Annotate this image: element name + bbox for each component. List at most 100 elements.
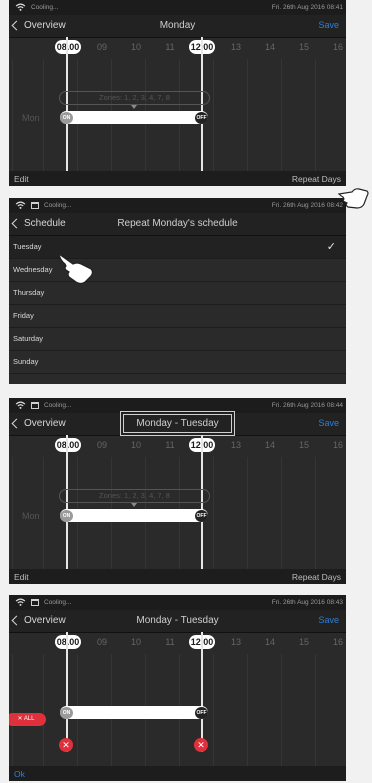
tick: 11	[165, 440, 175, 450]
wifi-icon	[15, 201, 26, 209]
tick: 15	[298, 42, 309, 52]
tick: 14	[264, 440, 275, 450]
delete-all-button[interactable]: ✕ ALL	[9, 713, 46, 726]
tick: 15	[298, 637, 309, 647]
schedule-bar[interactable]	[60, 111, 208, 124]
tick: 09	[96, 440, 107, 450]
schedule-bar[interactable]	[60, 509, 208, 522]
schedule-bar[interactable]	[60, 706, 208, 719]
hour-timeline: 08.00 09 10 11 12.00 13 14 15 16	[9, 37, 346, 59]
tick: 10	[130, 637, 141, 647]
nav-bar: Overview Monday - Tuesday Save	[9, 411, 346, 436]
status-datetime: Fri. 26th Aug 2016 08:42	[271, 202, 343, 209]
status-bar: Cooling... Fri. 26th Aug 2016 08:44	[9, 398, 346, 413]
wifi-icon	[15, 401, 26, 409]
hour-timeline: 08.00 09 10 11 12.00 13 14 15 16	[9, 632, 346, 654]
tick: 16	[332, 42, 343, 52]
wifi-icon	[15, 3, 26, 11]
hour-timeline: 08.00 09 10 11 12.00 13 14 15 16	[9, 435, 346, 457]
calendar-icon	[31, 401, 39, 409]
save-button[interactable]: Save	[318, 615, 339, 625]
zones-pointer-icon	[131, 503, 137, 507]
off-handle[interactable]: OFF	[195, 707, 208, 719]
status-mode: Cooling...	[44, 598, 72, 606]
tick: 09	[96, 42, 107, 52]
screen-monday: Cooling... Fri. 26th Aug 2016 08:41 Over…	[9, 0, 346, 186]
on-handle[interactable]: ON	[60, 510, 73, 522]
tick-start[interactable]: 08.00	[55, 635, 81, 649]
tick: 13	[230, 440, 241, 450]
screen-repeat-schedule: Cooling... Fri. 26th Aug 2016 08:42 Sche…	[9, 198, 346, 384]
wifi-icon	[15, 598, 26, 606]
day-label: Mon	[22, 511, 40, 521]
bottom-bar: Edit Repeat Days	[9, 171, 346, 186]
off-handle[interactable]: OFF	[195, 112, 208, 124]
screen-delete-mode: Cooling... Fri. 26th Aug 2016 08:43 Over…	[9, 595, 346, 781]
list-item-friday[interactable]: Friday	[9, 305, 346, 328]
bottom-bar: Edit Repeat Days	[9, 569, 346, 584]
tick: 10	[130, 440, 141, 450]
status-bar: Cooling... Fri. 26th Aug 2016 08:43	[9, 595, 346, 610]
status-mode: Cooling...	[31, 3, 59, 11]
list-item-label: Wednesday	[13, 265, 53, 274]
zones-pointer-icon	[131, 105, 137, 109]
edit-button[interactable]: Edit	[14, 174, 29, 184]
page-title: Repeat Monday's schedule	[117, 218, 238, 229]
zones-label: Zones: 1, 2, 3, 4, 7, 8	[59, 489, 210, 503]
status-datetime: Fri. 26th Aug 2016 08:43	[271, 599, 343, 606]
page-title: Monday - Tuesday	[120, 411, 235, 436]
on-handle[interactable]: ON	[60, 707, 73, 719]
status-bar: Cooling... Fri. 26th Aug 2016 08:42	[9, 198, 346, 213]
tick-start[interactable]: 08.00	[55, 438, 81, 452]
repeat-days-button[interactable]: Repeat Days	[292, 174, 341, 184]
tick: 11	[165, 42, 175, 52]
calendar-icon	[31, 201, 39, 209]
on-handle[interactable]: ON	[60, 112, 73, 124]
off-handle[interactable]: OFF	[195, 510, 208, 522]
repeat-days-button[interactable]: Repeat Days	[292, 572, 341, 582]
ok-button[interactable]: Ok	[14, 769, 25, 779]
day-label: Mon	[22, 113, 40, 123]
hand-pointer-icon	[58, 252, 94, 285]
save-button[interactable]: Save	[318, 20, 339, 30]
tick: 09	[96, 637, 107, 647]
status-bar: Cooling... Fri. 26th Aug 2016 08:41	[9, 0, 346, 15]
list-item-label: Saturday	[13, 334, 44, 343]
nav-bar: Overview Monday - Tuesday Save	[9, 610, 346, 633]
nav-bar: Schedule Repeat Monday's schedule	[9, 213, 346, 236]
tick: 16	[332, 440, 343, 450]
zones-label: Zones: 1, 2, 3, 4, 7, 8	[59, 91, 210, 105]
status-mode: Cooling...	[44, 401, 72, 409]
status-datetime: Fri. 26th Aug 2016 08:41	[271, 4, 343, 11]
list-item-label: Thursday	[13, 288, 45, 297]
tick: 14	[264, 637, 275, 647]
screen-monday-tuesday: Cooling... Fri. 26th Aug 2016 08:44 Over…	[9, 398, 346, 584]
tick: 11	[165, 637, 175, 647]
bottom-bar: Ok	[9, 766, 346, 781]
list-item-label: Sunday	[13, 357, 39, 366]
checkmark-icon: ✓	[326, 241, 336, 253]
nav-bar: Overview Monday Save	[9, 15, 346, 38]
list-item-label: Tuesday	[13, 242, 42, 251]
page-title: Monday - Tuesday	[136, 615, 219, 626]
delete-end-button[interactable]: ✕	[194, 738, 208, 752]
list-item-saturday[interactable]: Saturday	[9, 328, 346, 351]
list-item-label: Friday	[13, 311, 34, 320]
tick: 10	[130, 42, 141, 52]
tick: 15	[298, 440, 309, 450]
start-marker-line[interactable]	[66, 632, 68, 752]
hand-pointer-icon	[337, 188, 369, 209]
save-button[interactable]: Save	[318, 418, 339, 428]
status-mode: Cooling...	[44, 201, 72, 209]
page-title: Monday	[159, 20, 196, 31]
status-datetime: Fri. 26th Aug 2016 08:44	[271, 402, 343, 409]
delete-start-button[interactable]: ✕	[59, 738, 73, 752]
tick: 13	[230, 42, 241, 52]
calendar-icon	[31, 598, 39, 606]
edit-button[interactable]: Edit	[14, 572, 29, 582]
list-item-sunday[interactable]: Sunday	[9, 351, 346, 374]
tick: 13	[230, 637, 241, 647]
page-title-highlighted: Monday - Tuesday	[9, 411, 346, 436]
tick-start[interactable]: 08.00	[55, 40, 81, 54]
end-marker-line[interactable]	[201, 632, 203, 752]
